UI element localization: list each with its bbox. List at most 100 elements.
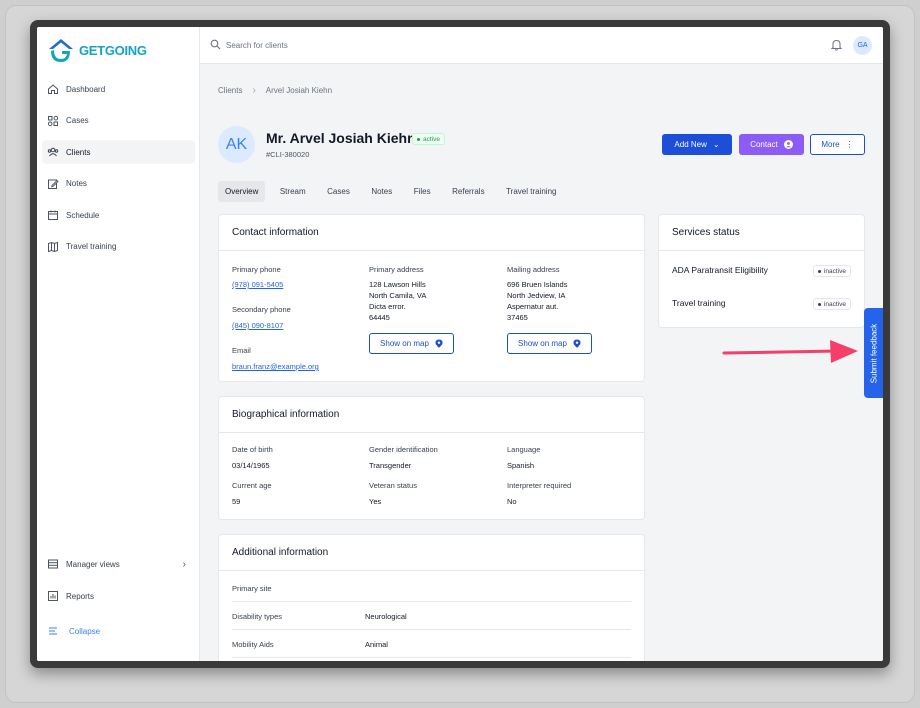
contact-button[interactable]: Contact [739,134,804,155]
sidebar-item-label: Notes [66,179,87,188]
additional-row-value: Animal [365,640,388,649]
map-icon [47,241,59,253]
sidebar-nav: Dashboard Cases Clients Notes Schedule T… [37,77,200,266]
pencil-icon [47,178,59,190]
tab-cases[interactable]: Cases [320,181,357,202]
additional-row-label: Mobility Aids [232,640,274,649]
show-on-map-label: Show on map [380,339,429,348]
gender-value: Transgender [369,461,412,470]
gender-label: Gender identification [369,445,438,454]
sidebar-item-cases[interactable]: Cases [42,109,195,133]
bell-icon[interactable] [830,38,843,51]
home-icon [47,83,59,95]
age-label: Current age [232,481,272,490]
service-status-badge: inactive [812,298,851,310]
status-badge-label: active [423,135,440,143]
interpreter-label: Interpreter required [507,481,572,490]
annotation-arrow-icon [722,340,858,363]
users-icon [47,146,59,158]
status-dot-icon [817,302,821,306]
row-divider [232,601,631,602]
age-value: 59 [232,497,241,506]
sidebar-item-dashboard[interactable]: Dashboard [42,77,195,101]
language-value: Spanish [507,461,535,470]
sidebar-item-clients[interactable]: Clients [42,140,195,164]
map-pin-icon [573,339,581,348]
tab-stream[interactable]: Stream [273,181,313,202]
sidebar-item-label: Reports [66,591,95,601]
collapse-button[interactable]: Collapse [47,625,100,637]
service-status-label: inactive [823,300,846,308]
calendar-icon [47,209,59,221]
client-name: Mr. Arvel Josiah Kiehn [266,130,416,146]
sidebar-item-label: Dashboard [66,84,106,94]
tab-overview[interactable]: Overview [218,181,266,202]
tab-files[interactable]: Files [407,181,438,202]
sidebar-item-travel-training[interactable]: Travel training [42,235,195,259]
card-title: Contact information [219,215,644,251]
mailing-address-line: North Jedview, IA [507,291,566,300]
app-logo[interactable]: GETGOING [46,37,147,63]
breadcrumb-clients-link[interactable]: Clients [218,86,242,95]
chevron-right-icon: › [182,558,186,570]
top-bar: GA [200,27,883,64]
user-circle-icon [783,140,793,149]
card-title: Biographical information [219,397,644,433]
service-name: ADA Paratransit Eligibility [672,265,768,275]
sidebar-item-notes[interactable]: Notes [42,172,195,196]
services-status-card: Services status ADA Paratransit Eligibil… [658,214,865,328]
kebab-menu-icon: ⋮ [845,140,854,149]
tab-referrals[interactable]: Referrals [445,181,491,202]
breadcrumb-current: Arvel Josiah Kiehn [265,86,333,95]
sidebar-item-manager-views[interactable]: Manager views › [42,552,195,576]
search-input[interactable] [226,37,526,53]
veteran-value: Yes [369,497,382,506]
additional-row-value: Neurological [365,612,407,621]
sidebar-item-reports[interactable]: Reports [42,584,195,608]
brand-name: GETGOING [79,42,147,58]
table-icon [47,558,59,570]
sidebar-item-schedule[interactable]: Schedule [42,203,195,227]
primary-address-line: Dicta error. [369,302,406,311]
card-title: Additional information [219,535,644,571]
row-divider [232,629,631,630]
mailing-address-line: 696 Bruen Islands [507,280,568,289]
search-icon [210,39,221,50]
primary-address-line: 64445 [369,313,390,322]
secondary-phone-link[interactable]: (845) 090-8107 [232,321,283,330]
biographical-information-card: Biographical information Date of birth 0… [218,396,645,520]
more-label: More [821,140,840,149]
primary-address-line: North Camila, VA [369,291,427,300]
client-avatar: AK [218,126,255,163]
veteran-label: Veteran status [369,481,417,490]
chevron-down-icon: ⌄ [712,140,720,149]
submit-feedback-button[interactable]: Submit feedback [864,308,883,398]
additional-row-label: Primary site [232,584,272,593]
sidebar-item-label: Schedule [66,210,100,220]
client-id: #CLI-380020 [266,150,310,159]
submit-feedback-label: Submit feedback [869,323,878,383]
sidebar-item-label: Manager views [66,559,120,569]
primary-address-label: Primary address [369,265,424,274]
contact-label: Contact [750,140,778,149]
chevron-right-icon: › [252,85,256,96]
status-badge: active [412,133,445,145]
status-dot-icon [817,269,821,273]
mailing-address-line: 37465 [507,313,528,322]
user-avatar[interactable]: GA [853,36,872,55]
tab-travel-training[interactable]: Travel training [499,181,563,202]
add-new-button[interactable]: Add New ⌄ [662,134,732,155]
email-link[interactable]: braun.franz@example.org [232,362,319,371]
email-label: Email [232,346,251,355]
show-on-map-button[interactable]: Show on map [507,333,592,354]
secondary-phone-label: Secondary phone [232,305,291,314]
show-on-map-button[interactable]: Show on map [369,333,454,354]
service-status-label: inactive [823,267,846,275]
more-button[interactable]: More ⋮ [810,134,865,155]
tab-notes[interactable]: Notes [364,181,399,202]
primary-phone-link[interactable]: (978) 091-5405 [232,280,283,289]
primary-address-line: 128 Lawson Hills [369,280,426,289]
sidebar-bottom-nav: Manager views › Reports [37,552,200,616]
status-dot-icon [417,137,420,141]
mailing-address-label: Mailing address [507,265,560,274]
